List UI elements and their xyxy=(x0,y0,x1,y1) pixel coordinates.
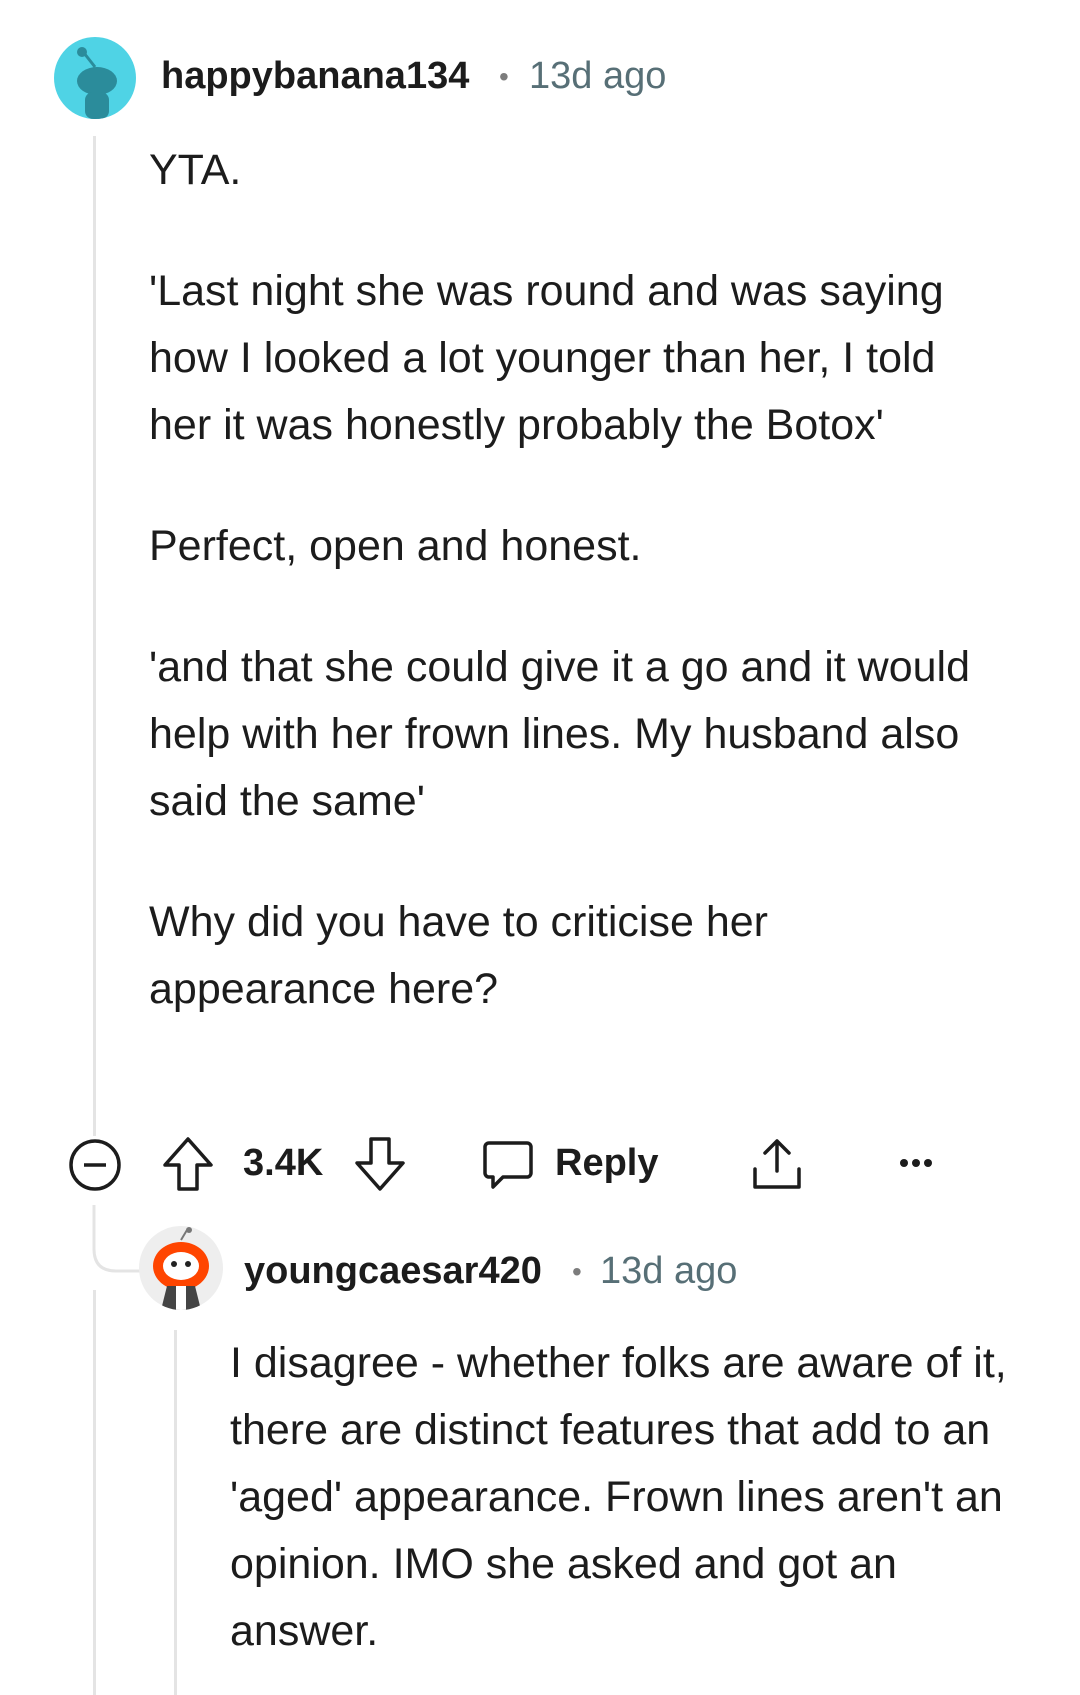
share-icon[interactable] xyxy=(749,1135,805,1193)
vote-count: 3.4K xyxy=(243,1142,324,1184)
comment-paragraph: 'Last night she was round and was saying… xyxy=(149,267,944,449)
comment-paragraph: Why did you have to criticise her appear… xyxy=(149,898,768,1013)
timestamp: 13d ago xyxy=(529,55,667,97)
avatar[interactable] xyxy=(54,37,136,119)
thread-line[interactable] xyxy=(93,1290,96,1695)
comment-paragraph: 'and that she could give it a go and it … xyxy=(149,643,970,825)
thread-line[interactable] xyxy=(93,136,96,1136)
snoo-avatar-icon xyxy=(77,47,117,119)
comment-paragraph: Perfect, open and honest. xyxy=(149,522,642,570)
comment-body: I disagree - whether folks are aware of … xyxy=(230,1330,1010,1665)
snoo-avatar-icon xyxy=(153,1227,209,1310)
collapse-icon[interactable] xyxy=(67,1137,123,1193)
reply-icon xyxy=(483,1141,533,1189)
avatar[interactable] xyxy=(139,1226,223,1310)
reply-label: Reply xyxy=(555,1142,659,1184)
meta-separator: • xyxy=(572,1256,582,1287)
comment-paragraph: YTA. xyxy=(149,146,242,194)
downvote-icon[interactable] xyxy=(353,1135,407,1193)
username[interactable]: youngcaesar420 xyxy=(244,1250,542,1293)
thread-line[interactable] xyxy=(174,1330,177,1695)
meta-separator: • xyxy=(499,61,509,92)
more-icon[interactable] xyxy=(898,1156,934,1170)
username[interactable]: happybanana134 xyxy=(161,55,469,98)
comment-paragraph: I disagree - whether folks are aware of … xyxy=(230,1339,1007,1655)
upvote-icon[interactable] xyxy=(161,1135,215,1193)
comment-body: YTA. 'Last night she was round and was s… xyxy=(149,137,989,1023)
timestamp: 13d ago xyxy=(600,1250,738,1292)
